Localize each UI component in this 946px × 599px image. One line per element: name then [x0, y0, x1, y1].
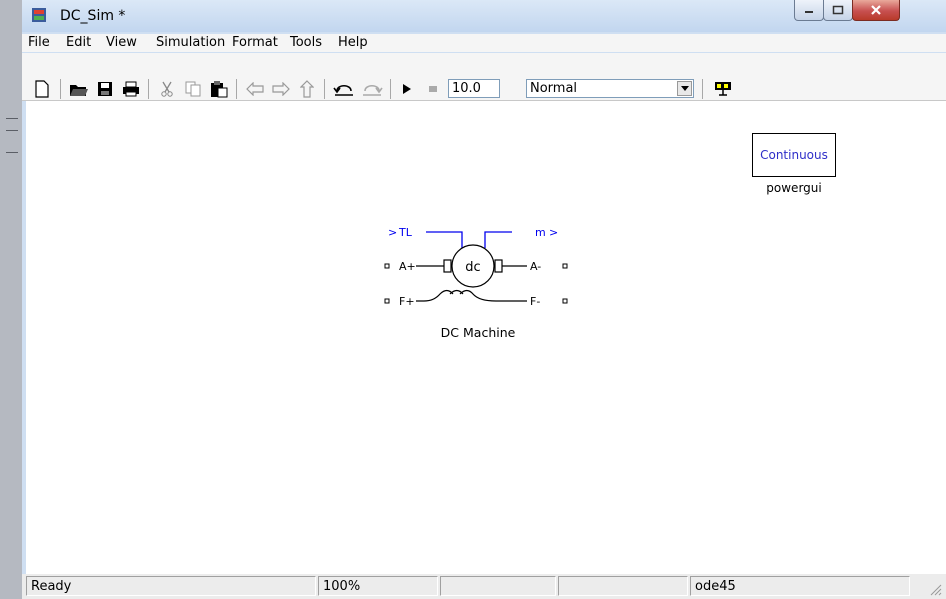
resize-grip-icon[interactable] — [928, 582, 942, 596]
toolbar-separator — [324, 79, 325, 99]
stop-time-input[interactable]: 10.0 — [448, 79, 500, 98]
copy-icon — [185, 81, 201, 97]
title-bar[interactable]: DC_Sim * — [22, 0, 946, 32]
print-button[interactable] — [120, 79, 142, 99]
field-coil — [416, 289, 527, 302]
cut-button[interactable] — [156, 79, 178, 99]
toolbar-separator — [390, 79, 391, 99]
paste-button[interactable] — [208, 79, 230, 99]
status-empty-panel — [558, 576, 688, 596]
port-m-arrow: > — [549, 226, 558, 239]
open-button[interactable] — [68, 79, 90, 99]
save-button[interactable] — [94, 79, 116, 99]
maximize-icon — [832, 5, 844, 15]
menu-tools[interactable]: Tools — [290, 35, 322, 50]
print-icon — [123, 81, 139, 97]
port-a-plus-label: A+ — [399, 260, 416, 273]
menu-view[interactable]: View — [106, 35, 137, 50]
m-wire — [484, 231, 512, 248]
dc-machine-caption: DC Machine — [441, 325, 516, 340]
open-icon — [70, 85, 88, 96]
back-button[interactable] — [244, 79, 266, 99]
port-f-minus-label: F- — [530, 295, 540, 308]
stop-time-value: 10.0 — [452, 81, 481, 96]
port-f-plus-label: F+ — [399, 295, 415, 308]
menu-bar: File Edit View Simulation Format Tools H… — [22, 34, 946, 52]
new-model-button[interactable] — [32, 79, 52, 99]
simulation-mode-select[interactable]: Normal — [526, 79, 694, 98]
dc-machine-block[interactable]: dc > TL m > A+ A- F+ F- DC Machine — [26, 101, 946, 574]
menu-format[interactable]: Format — [232, 35, 278, 50]
status-solver: ode45 — [690, 576, 910, 596]
chevron-down-icon — [680, 86, 689, 91]
left-brush — [443, 259, 452, 273]
start-simulation-button[interactable] — [396, 79, 418, 99]
stop-icon — [429, 86, 437, 92]
right-brush — [494, 259, 503, 273]
undo-icon — [333, 84, 353, 96]
window-title: DC_Sim * — [60, 8, 126, 24]
status-empty-panel — [440, 576, 556, 596]
paste-icon — [211, 81, 228, 98]
toolbar: 10.0 Normal — [22, 53, 946, 101]
port-m-label: m — [535, 226, 546, 239]
redo-button[interactable] — [360, 79, 384, 99]
strip-mark — [6, 118, 18, 119]
toolbar-separator — [148, 79, 149, 99]
port-tl-arrow: > — [388, 226, 397, 239]
simulink-app-icon — [32, 8, 46, 22]
strip-mark — [6, 152, 18, 153]
maximize-button[interactable] — [823, 0, 853, 21]
f-plus-port-square — [384, 298, 390, 304]
build-icon — [715, 82, 731, 96]
dropdown-button[interactable] — [677, 81, 692, 96]
port-a-minus-label: A- — [530, 260, 541, 273]
dc-symbol-label: dc — [465, 260, 480, 275]
menu-help[interactable]: Help — [338, 35, 368, 50]
forward-button[interactable] — [270, 79, 292, 99]
build-button[interactable] — [712, 79, 734, 99]
back-icon — [246, 82, 264, 96]
minimize-button[interactable] — [794, 0, 824, 21]
undo-button[interactable] — [332, 79, 356, 99]
menu-file[interactable]: File — [28, 35, 50, 50]
start-icon — [403, 84, 411, 94]
status-zoom: 100% — [318, 576, 438, 596]
toolbar-separator — [702, 79, 703, 99]
copy-button[interactable] — [182, 79, 204, 99]
f-minus-port-square — [562, 298, 568, 304]
menu-edit[interactable]: Edit — [66, 35, 91, 50]
model-canvas[interactable]: Continuous powergui dc > TL m > A+ A- F+… — [26, 101, 946, 574]
save-icon — [98, 82, 112, 96]
toolbar-separator — [60, 79, 61, 99]
status-bar: Ready 100% ode45 — [22, 574, 946, 599]
forward-icon — [272, 82, 290, 96]
model-window: DC_Sim * File Edit View Simulation Forma… — [22, 0, 946, 599]
a-minus-port-square — [562, 263, 568, 269]
new-icon — [35, 80, 49, 98]
redo-icon — [363, 84, 383, 96]
toolbar-separator — [236, 79, 237, 99]
cut-icon — [161, 81, 173, 97]
close-icon — [871, 5, 881, 15]
close-button[interactable] — [852, 0, 900, 21]
up-button[interactable] — [296, 79, 318, 99]
simulation-mode-value: Normal — [530, 81, 578, 96]
menu-simulation[interactable]: Simulation — [156, 35, 225, 50]
a-plus-port-square — [384, 263, 390, 269]
up-icon — [300, 80, 314, 98]
status-state: Ready — [26, 576, 316, 596]
stop-simulation-button[interactable] — [422, 79, 444, 99]
background-desktop-strip — [0, 0, 22, 599]
tl-wire — [426, 231, 463, 248]
strip-mark — [6, 130, 18, 131]
minimize-icon — [805, 11, 813, 13]
port-tl-label: TL — [398, 226, 413, 239]
